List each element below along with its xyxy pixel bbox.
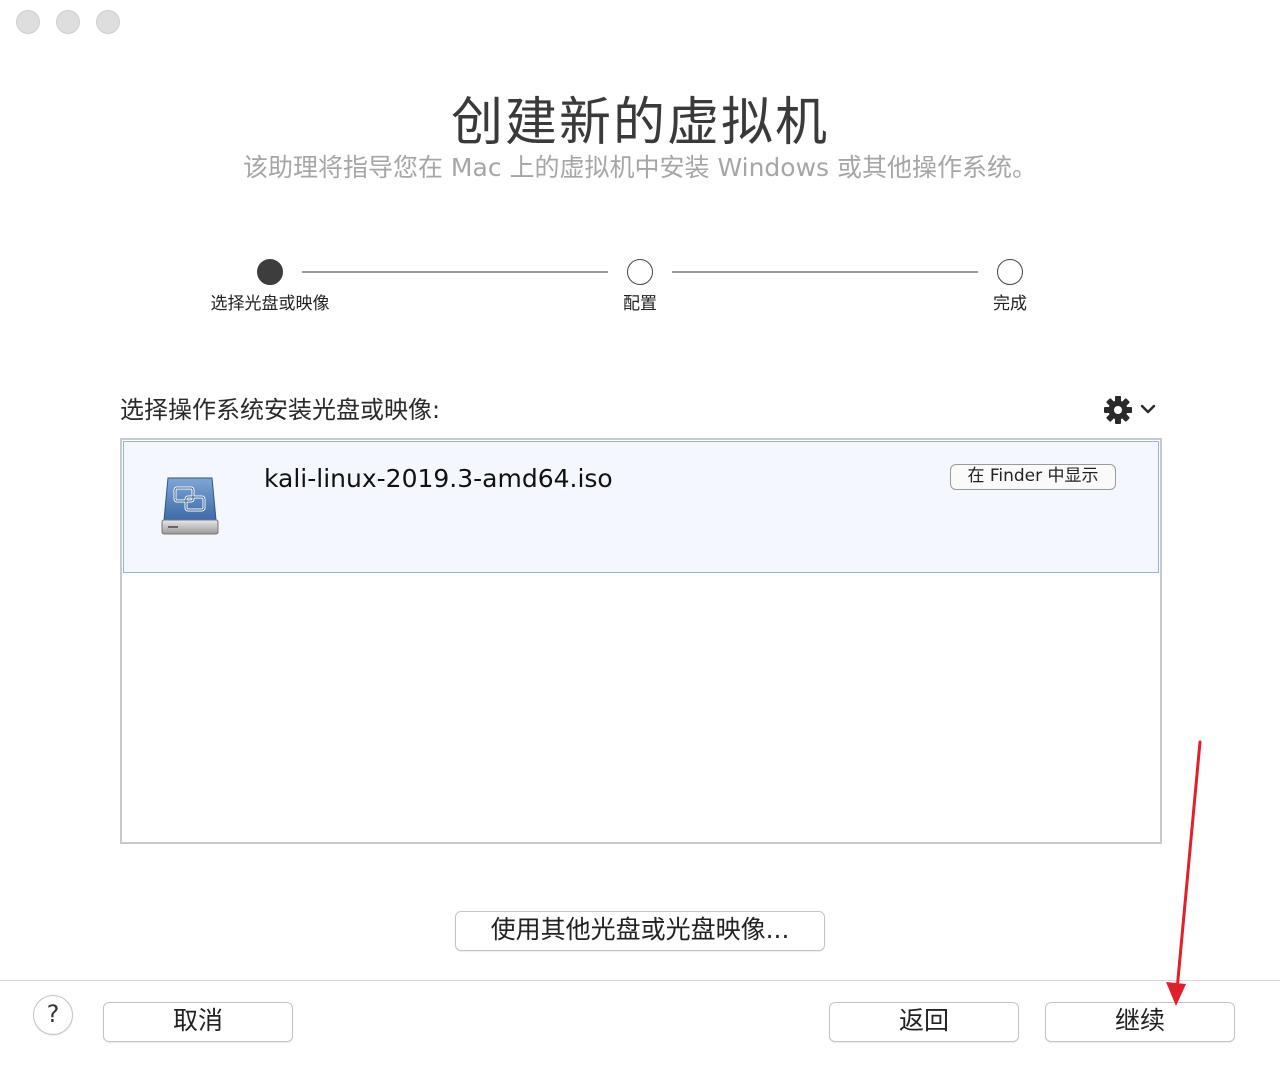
- show-in-finder-button[interactable]: 在 Finder 中显示: [950, 464, 1116, 490]
- window-close-button[interactable]: [16, 10, 40, 34]
- window-zoom-button[interactable]: [96, 10, 120, 34]
- step-label-finish: 完成: [993, 294, 1027, 314]
- footer-divider: [0, 980, 1280, 981]
- help-button[interactable]: ?: [33, 995, 73, 1035]
- gear-icon: [1104, 396, 1156, 424]
- step-indicator-current: [257, 259, 283, 285]
- gear-menu-button[interactable]: [1102, 394, 1162, 426]
- step-label-configure: 配置: [623, 294, 657, 314]
- window-minimize-button[interactable]: [56, 10, 80, 34]
- step-indicator: [627, 259, 653, 285]
- list-item[interactable]: kali-linux-2019.3-amd64.iso 在 Finder 中显示: [123, 441, 1159, 573]
- step-indicator: [997, 259, 1023, 285]
- new-vm-assistant-window: 创建新的虚拟机 该助理将指导您在 Mac 上的虚拟机中安装 Windows 或其…: [0, 0, 1280, 1066]
- continue-button[interactable]: 继续: [1045, 1002, 1235, 1042]
- stepper-connector: [672, 271, 978, 273]
- disk-image-filename: kali-linux-2019.3-amd64.iso: [264, 464, 613, 493]
- cancel-button[interactable]: 取消: [103, 1002, 293, 1042]
- step-label-select-disc: 选择光盘或映像: [210, 294, 330, 314]
- chevron-down-icon: [1140, 404, 1156, 414]
- back-button[interactable]: 返回: [829, 1002, 1019, 1042]
- use-other-disc-button[interactable]: 使用其他光盘或光盘映像...: [455, 911, 825, 951]
- list-caption: 选择操作系统安装光盘或映像:: [120, 396, 441, 424]
- page-title: 创建新的虚拟机: [450, 93, 829, 153]
- stepper-connector: [302, 271, 608, 273]
- page-subtitle: 该助理将指导您在 Mac 上的虚拟机中安装 Windows 或其他操作系统。: [242, 153, 1038, 182]
- disk-image-icon: [161, 477, 219, 535]
- install-media-list[interactable]: kali-linux-2019.3-amd64.iso 在 Finder 中显示: [120, 438, 1162, 844]
